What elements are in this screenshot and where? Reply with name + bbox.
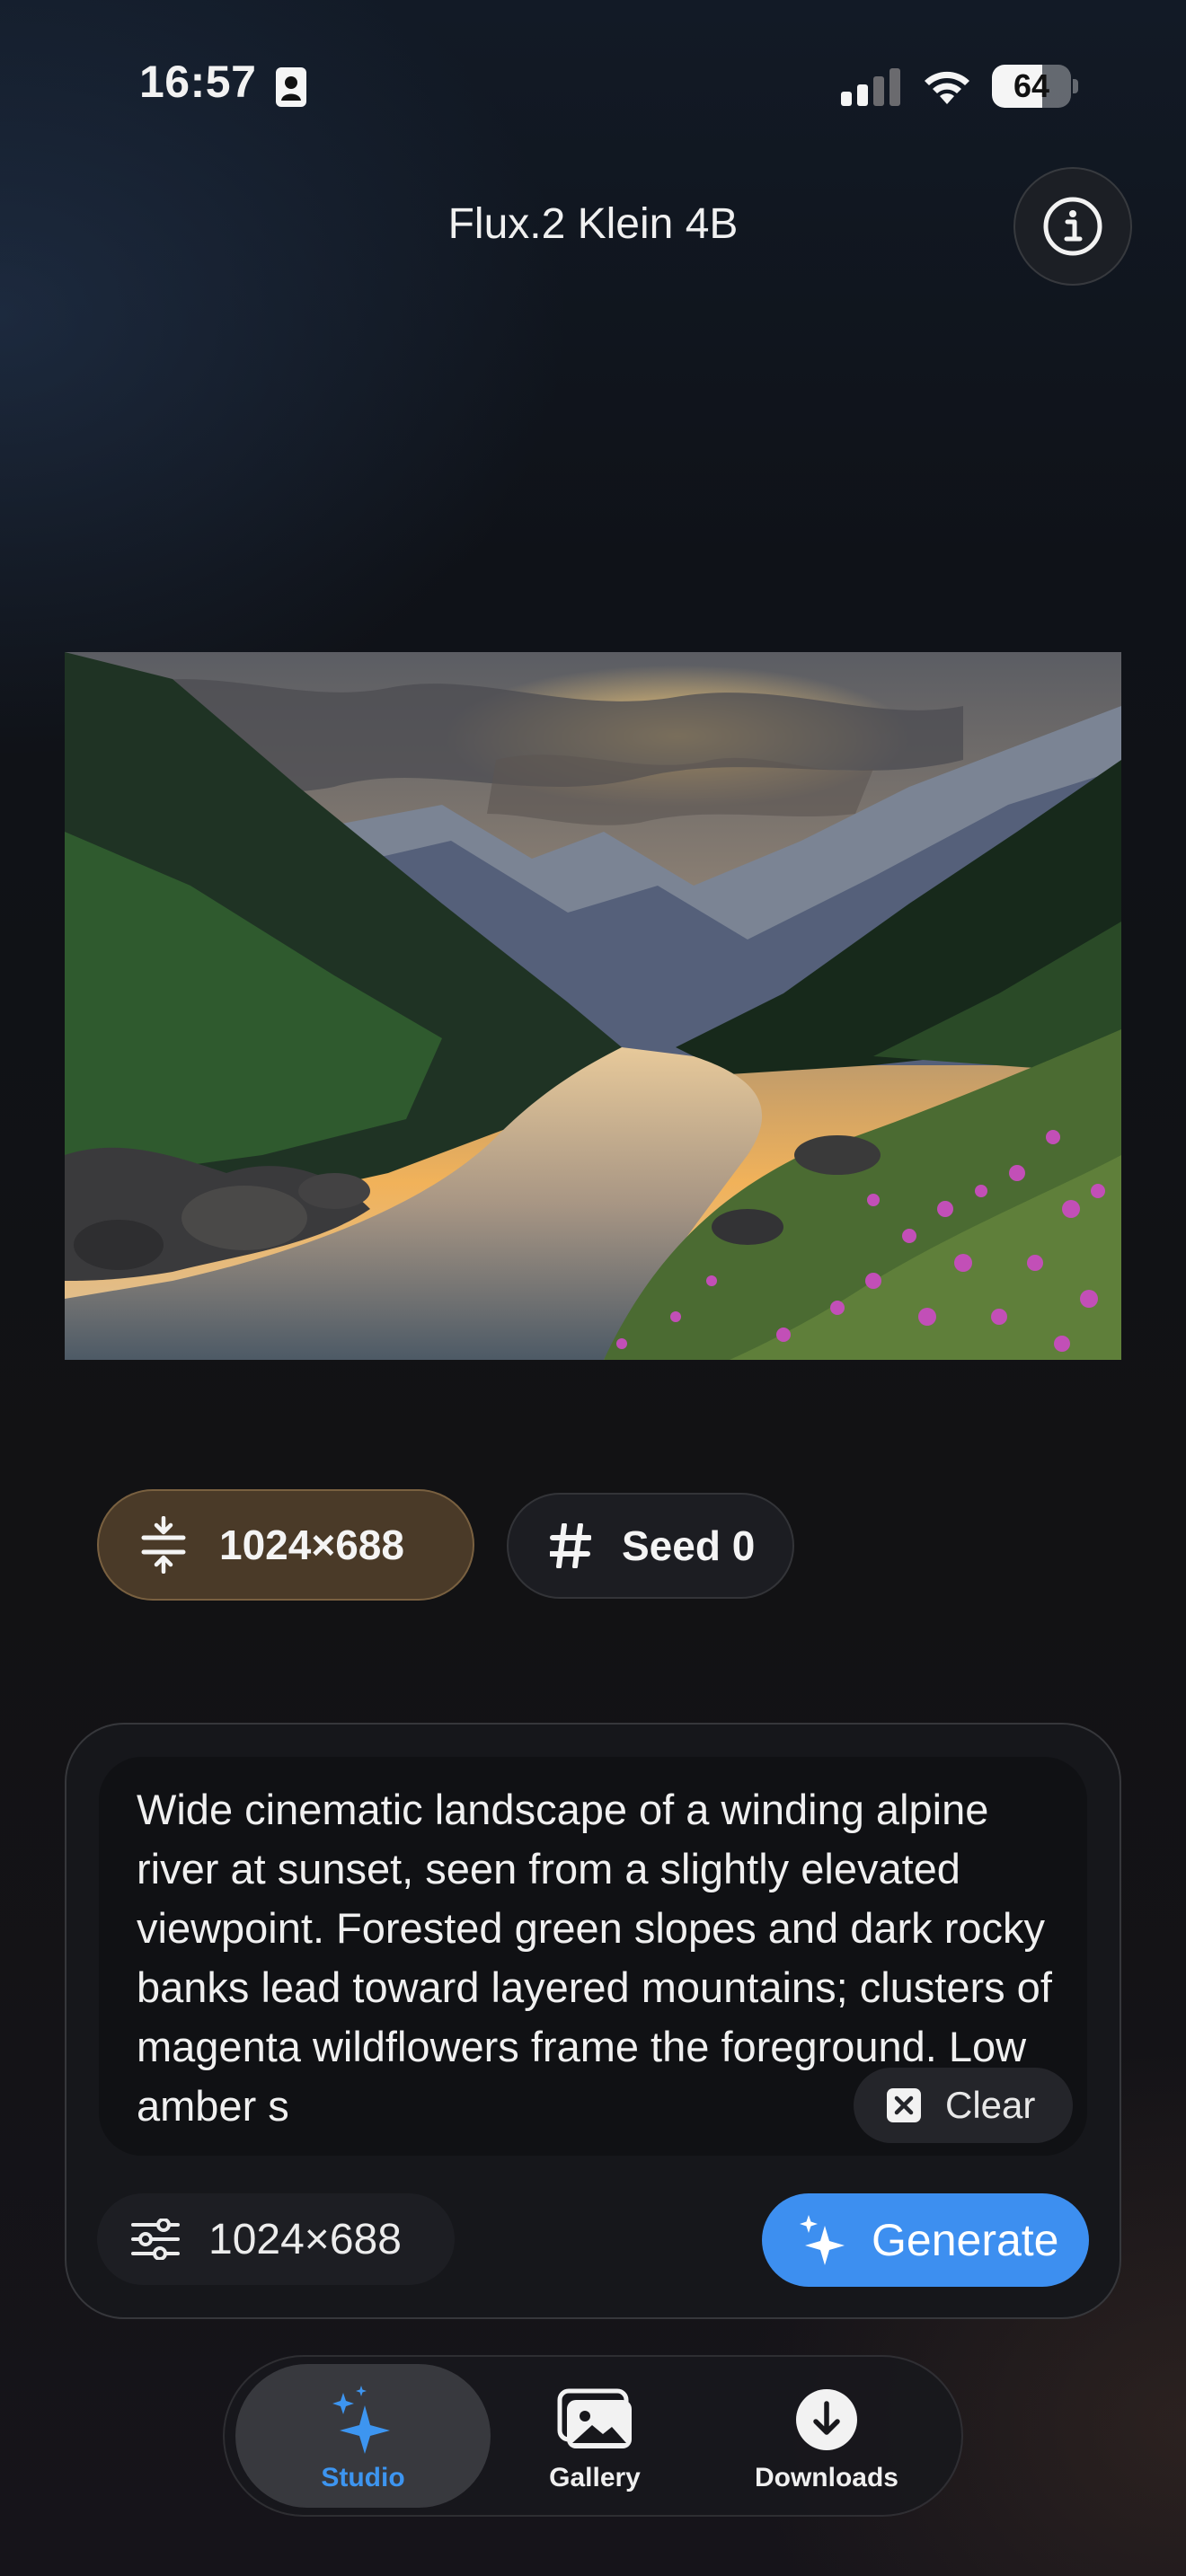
page-title: Flux.2 Klein 4B (447, 200, 739, 248)
tab-studio[interactable]: Studio (235, 2364, 491, 2508)
tab-bar: Studio Gallery Downloads (223, 2355, 963, 2517)
clear-label: Clear (945, 2084, 1036, 2126)
generated-image[interactable] (65, 652, 1121, 1360)
battery-level: 64 (1013, 67, 1050, 104)
wifi-icon (920, 65, 974, 106)
tab-gallery-label: Gallery (549, 2463, 641, 2492)
status-time: 16:57 (139, 57, 257, 107)
person-badge-icon (275, 66, 307, 108)
tab-downloads[interactable]: Downloads (699, 2364, 954, 2508)
settings-value: 1024×688 (208, 2215, 402, 2263)
seed-chip[interactable]: Seed 0 (507, 1493, 794, 1599)
info-button[interactable] (1013, 167, 1132, 286)
size-chip-label: 1024×688 (219, 1522, 404, 1568)
clear-x-icon (886, 2087, 922, 2123)
tab-downloads-label: Downloads (754, 2463, 898, 2492)
battery-icon: 64 (992, 65, 1078, 108)
hash-icon (550, 1523, 591, 1568)
sparkles-icon (331, 2386, 395, 2454)
seed-chip-label: Seed 0 (622, 1522, 756, 1569)
settings-button[interactable]: 1024×688 (97, 2193, 455, 2285)
tab-gallery[interactable]: Gallery (467, 2364, 722, 2508)
info-circle-icon (1043, 197, 1102, 256)
size-chip[interactable]: 1024×688 (97, 1489, 474, 1601)
sparkles-icon (798, 2213, 848, 2267)
resize-vertical-icon (138, 1516, 189, 1574)
tab-studio-label: Studio (321, 2463, 405, 2492)
download-circle-icon (794, 2386, 859, 2454)
generate-label: Generate (872, 2215, 1059, 2265)
clear-button[interactable]: Clear (854, 2068, 1073, 2143)
photos-icon (554, 2386, 635, 2454)
generate-button[interactable]: Generate (762, 2193, 1089, 2287)
sliders-icon (131, 2219, 180, 2260)
cellular-signal-icon (841, 68, 900, 106)
